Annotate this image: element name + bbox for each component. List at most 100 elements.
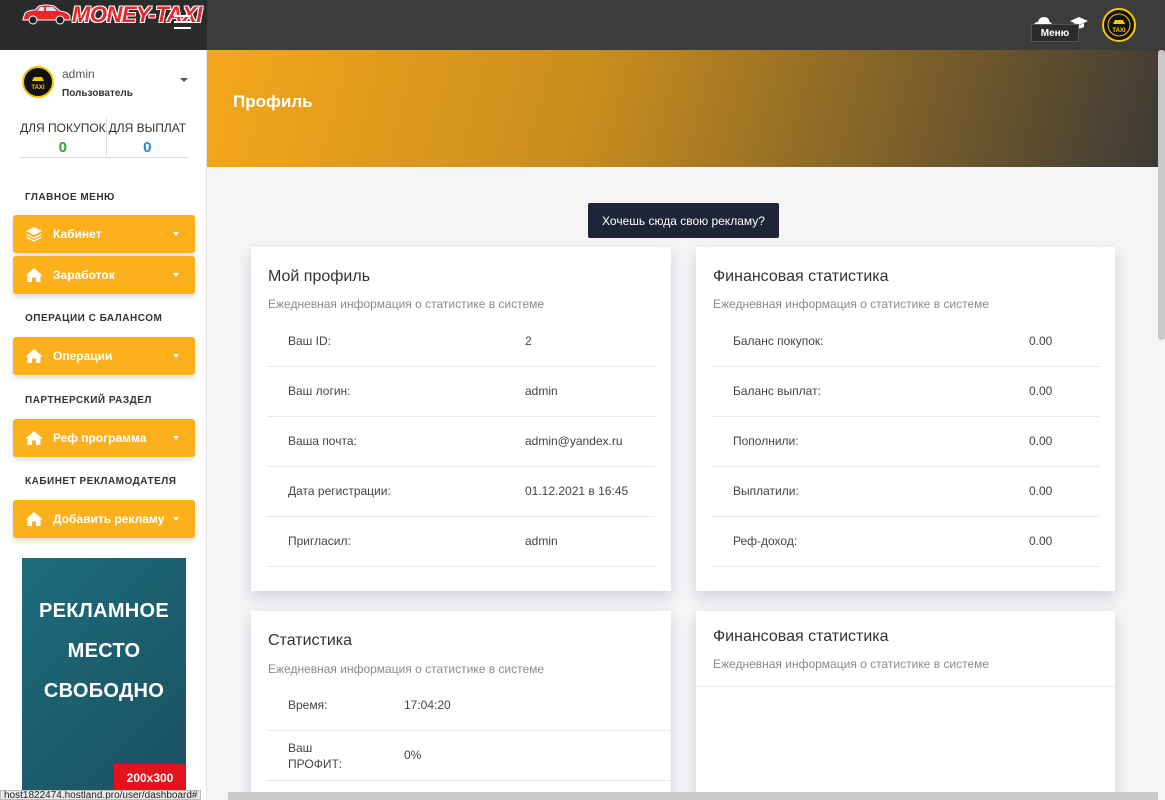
row-label: Реф-доход: bbox=[733, 534, 798, 548]
card-title: Мой профиль bbox=[268, 268, 371, 285]
row-value: 0.00 bbox=[1029, 334, 1053, 348]
table-row: Дата регистрации: 01.12.2021 в 16:45 bbox=[267, 467, 655, 517]
layers-icon bbox=[26, 227, 42, 242]
menu-tooltip: Меню bbox=[1031, 24, 1079, 42]
divider bbox=[696, 686, 1115, 687]
ad-banner-line: МЕСТО bbox=[67, 640, 141, 662]
finance-card-2: Финансовая статистика Ежедневная информа… bbox=[696, 611, 1115, 800]
sidebar-item-earnings[interactable]: Заработок bbox=[13, 256, 195, 294]
row-value: 2 bbox=[525, 334, 532, 348]
row-label: Дата регистрации: bbox=[288, 484, 391, 498]
sidebar-item-label: Операции bbox=[53, 349, 113, 363]
hamburger-menu-icon[interactable] bbox=[174, 15, 191, 29]
row-label: Ваша почта: bbox=[288, 434, 357, 448]
profile-card: Мой профиль Ежедневная информация о стат… bbox=[251, 247, 671, 591]
top-bar: MONEY-TAXI Меню TAXI bbox=[0, 0, 1165, 50]
sidebar-item-label: Реф программа bbox=[53, 431, 147, 445]
sidebar: TAXI admin Пользователь ДЛЯ ПОКУПОК 0 ДЛ… bbox=[0, 50, 207, 800]
row-value: 01.12.2021 в 16:45 bbox=[525, 484, 629, 498]
table-row: Реф-доход: 0.00 bbox=[712, 517, 1100, 567]
row-value: admin bbox=[525, 384, 558, 398]
user-role: Пользователь bbox=[62, 88, 133, 99]
sidebar-item-cabinet[interactable]: Кабинет bbox=[13, 215, 195, 253]
taxi-icon: TAXI bbox=[1107, 13, 1131, 37]
chevron-down-icon bbox=[173, 354, 179, 358]
chevron-down-icon bbox=[173, 273, 179, 277]
stats-rows: Время: 17:04:20 Ваш ПРОФИТ: 0% bbox=[267, 681, 671, 781]
row-label: Время: bbox=[288, 698, 328, 712]
row-value: 0.00 bbox=[1029, 434, 1053, 448]
chevron-down-icon bbox=[173, 517, 179, 521]
row-value: admin bbox=[525, 534, 558, 548]
section-title-partner: ПАРТНЕРСКИЙ РАЗДЕЛ bbox=[25, 395, 152, 406]
table-row: Время: 17:04:20 bbox=[267, 681, 671, 731]
table-row: Выплатили: 0.00 bbox=[712, 467, 1100, 517]
user-block[interactable]: TAXI admin Пользователь bbox=[22, 66, 133, 99]
home-icon bbox=[25, 349, 43, 363]
finance-card: Финансовая статистика Ежедневная информа… bbox=[696, 247, 1115, 591]
table-row: Баланс покупок: 0.00 bbox=[712, 317, 1100, 367]
svg-text:TAXI: TAXI bbox=[1112, 28, 1126, 34]
row-label: Пополнили: bbox=[733, 434, 799, 448]
row-value: 0.00 bbox=[1029, 384, 1053, 398]
card-subtitle: Ежедневная информация о статистике в сис… bbox=[268, 662, 545, 676]
ad-cta-button[interactable]: Хочешь сюда свою рекламу? bbox=[588, 203, 779, 238]
home-icon bbox=[25, 512, 43, 526]
row-label: Баланс выплат: bbox=[733, 384, 821, 398]
page-header: Профиль bbox=[207, 50, 1165, 167]
table-row: Ваш логин: admin bbox=[267, 367, 655, 417]
brand-logo[interactable]: MONEY-TAXI bbox=[0, 0, 207, 50]
balance-label: ДЛЯ ВЫПЛАТ bbox=[108, 121, 187, 135]
sidebar-item-operations[interactable]: Операции bbox=[13, 337, 195, 375]
row-label: Ваш bbox=[288, 741, 313, 755]
row-label: Ваш ID: bbox=[288, 334, 331, 348]
table-row: Пополнили: 0.00 bbox=[712, 417, 1100, 467]
sidebar-item-label: Кабинет bbox=[53, 227, 102, 241]
user-avatar-top[interactable]: TAXI bbox=[1102, 8, 1136, 42]
card-title: Финансовая статистика bbox=[713, 268, 889, 285]
table-row: Ваш ID: 2 bbox=[267, 317, 655, 367]
row-value: 0.00 bbox=[1029, 534, 1053, 548]
row-value: admin@yandex.ru bbox=[525, 434, 623, 448]
chevron-down-icon bbox=[173, 232, 179, 236]
card-subtitle: Ежедневная информация о статистике в сис… bbox=[713, 657, 990, 671]
row-label: Выплатили: bbox=[733, 484, 799, 498]
balance-label: ДЛЯ ПОКУПОК bbox=[20, 121, 106, 135]
horizontal-scrollbar[interactable] bbox=[228, 792, 1158, 800]
finance-rows: Баланс покупок: 0.00 Баланс выплат: 0.00… bbox=[712, 317, 1100, 567]
balance-value: 0 bbox=[58, 139, 67, 156]
svg-text:TAXI: TAXI bbox=[31, 85, 45, 91]
status-bar-url: host1822474.hostland.pro/user/dashboard# bbox=[0, 790, 202, 800]
ad-banner-line: СВОБОДНО bbox=[43, 680, 165, 702]
ad-banner-size: 200x300 bbox=[114, 764, 186, 792]
balances: ДЛЯ ПОКУПОК 0 ДЛЯ ВЫПЛАТ 0 bbox=[20, 118, 188, 158]
row-value: 0.00 bbox=[1029, 484, 1053, 498]
profile-rows: Ваш ID: 2 Ваш логин: admin Ваша почта: a… bbox=[267, 317, 655, 567]
sidebar-item-label: Добавить рекламу bbox=[53, 512, 165, 526]
card-title: Статистика bbox=[268, 632, 353, 649]
user-dropdown-caret-icon[interactable] bbox=[180, 78, 188, 82]
stats-card: Статистика Ежедневная информация о стати… bbox=[251, 611, 671, 800]
row-label: ПРОФИТ: bbox=[288, 757, 343, 771]
table-row: Ваш ПРОФИТ: 0% bbox=[267, 731, 671, 781]
row-value: 0% bbox=[404, 748, 422, 762]
table-row: Ваша почта: admin@yandex.ru bbox=[267, 417, 655, 467]
row-label: Ваш логин: bbox=[288, 384, 351, 398]
row-label: Баланс покупок: bbox=[733, 334, 824, 348]
sidebar-item-label: Заработок bbox=[53, 268, 115, 282]
page-title: Профиль bbox=[233, 92, 313, 111]
vertical-scrollbar[interactable] bbox=[1158, 50, 1165, 340]
card-subtitle: Ежедневная информация о статистике в сис… bbox=[268, 297, 545, 311]
sidebar-item-referral[interactable]: Реф программа bbox=[13, 419, 195, 457]
card-title: Финансовая статистика bbox=[713, 628, 889, 645]
card-subtitle: Ежедневная информация о статистике в сис… bbox=[713, 297, 990, 311]
section-title-balance-ops: ОПЕРАЦИИ С БАЛАНСОМ bbox=[25, 313, 163, 324]
taxi-icon: TAXI bbox=[27, 71, 49, 93]
sidebar-item-add-ad[interactable]: Добавить рекламу bbox=[13, 500, 195, 538]
home-icon bbox=[25, 431, 43, 445]
user-name: admin bbox=[62, 67, 95, 81]
car-icon bbox=[22, 4, 71, 25]
ad-banner[interactable]: РЕКЛАМНОЕ МЕСТО СВОБОДНО 200x300 bbox=[22, 558, 186, 792]
table-row: Баланс выплат: 0.00 bbox=[712, 367, 1100, 417]
row-value: 17:04:20 bbox=[404, 698, 451, 712]
